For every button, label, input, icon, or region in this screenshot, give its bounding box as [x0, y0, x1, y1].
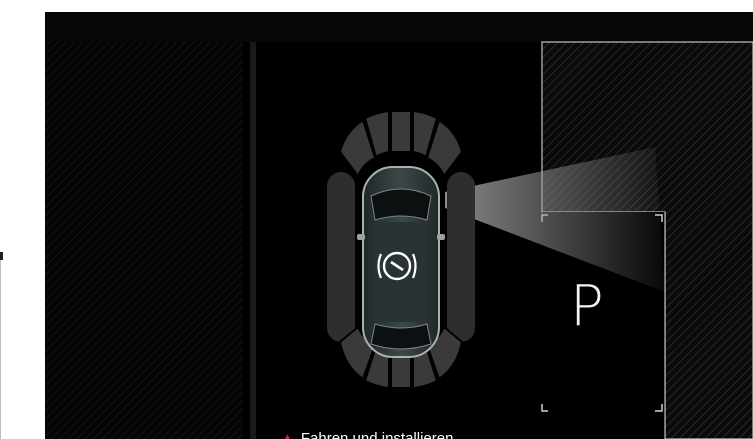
top-band	[45, 12, 753, 42]
warning-icon: ▲	[280, 430, 295, 439]
left-curb-line	[250, 42, 256, 439]
warning-message: ▲ Fahren und installieren	[280, 430, 453, 439]
parking-assist-display: P ▲ Fahren und installieren	[45, 12, 753, 439]
left-edge-tick	[0, 252, 3, 260]
parking-scene	[45, 12, 753, 439]
parking-spot-label: P	[570, 274, 604, 339]
left-parked-zone	[45, 42, 243, 439]
right-sensor-band	[447, 172, 475, 342]
left-edge-divider	[0, 252, 3, 439]
warning-text: Fahren und installieren	[300, 430, 454, 439]
left-sensor-band	[327, 172, 355, 342]
vehicle-top-view	[357, 166, 445, 358]
